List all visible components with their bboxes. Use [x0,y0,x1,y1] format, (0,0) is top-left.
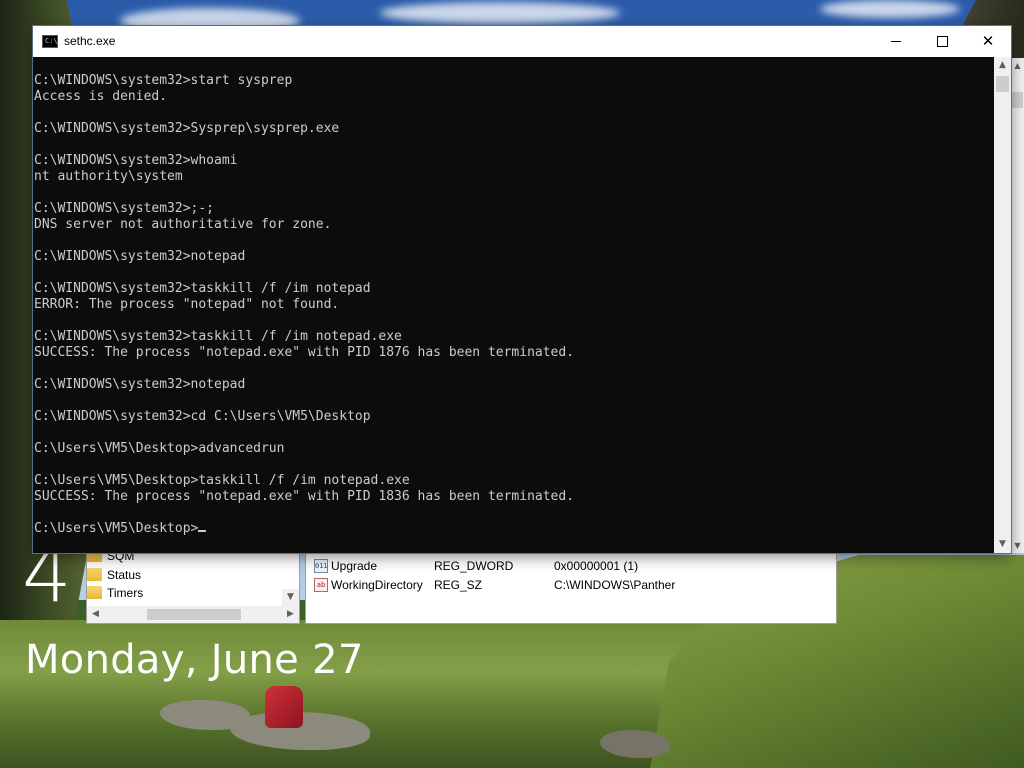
scroll-right-arrow-icon[interactable]: ▶ [282,606,299,623]
close-button[interactable]: ✕ [965,26,1011,57]
value-name: Upgrade [331,559,378,573]
reg-dword-icon: 011 [314,559,328,573]
scroll-up-arrow-icon[interactable]: ▲ [1011,58,1024,73]
tree-item-status[interactable]: Status [87,566,277,584]
console-line: ERROR: The process "notepad" not found. [34,297,340,312]
console-line: C:\WINDOWS\system32>;-; [34,201,215,216]
registry-value-row[interactable]: 011 Upgrade REG_DWORD 0x00000001 (1) [312,557,832,576]
console-line: C:\Users\VM5\Desktop> [34,521,207,537]
tree-item-timers[interactable]: Timers [87,584,277,602]
value-type: REG_SZ [434,578,483,592]
registry-value-row[interactable]: ab WorkingDirectory REG_SZ C:\WINDOWS\Pa… [312,576,832,595]
console-line: nt authority\system [34,169,183,184]
text-cursor [198,530,207,532]
minimize-icon [891,41,901,42]
folder-icon [87,568,102,581]
scroll-down-arrow-icon[interactable]: ▼ [994,536,1011,553]
tree-item-label: Status [107,568,142,582]
wallpaper-cloud [820,0,960,18]
console-window[interactable]: C:\ sethc.exe ✕ C:\WINDOWS\system32>star… [33,26,1011,553]
backpack [265,686,303,728]
console-line: SUCCESS: The process "notepad.exe" with … [34,489,575,504]
maximize-button[interactable] [919,26,965,57]
value-data: C:\WINDOWS\Panther [554,578,676,592]
tree-horizontal-scrollbar[interactable]: ◀ ▶ [87,606,299,623]
scroll-down-arrow-icon[interactable]: ▼ [282,589,299,606]
minimize-button[interactable] [873,26,919,57]
console-line: C:\WINDOWS\system32>start sysprep [34,73,293,88]
console-line: C:\WINDOWS\system32>notepad [34,249,246,264]
tree-item-label: Timers [107,586,144,600]
console-titlebar[interactable]: C:\ sethc.exe ✕ [33,26,1011,57]
background-window-scrollbar[interactable]: ▲ ▼ [1011,58,1024,553]
console-line: Access is denied. [34,89,168,104]
reg-sz-icon: ab [314,578,328,592]
console-line: C:\WINDOWS\system32>Sysprep\sysprep.exe [34,121,340,136]
window-title: sethc.exe [64,34,116,48]
console-line: C:\WINDOWS\system32>taskkill /f /im note… [34,329,402,344]
console-line: C:\WINDOWS\system32>taskkill /f /im note… [34,281,371,296]
lockscreen-date: Monday, June 27 [25,637,364,683]
console-icon[interactable]: C:\ [42,35,58,48]
scroll-left-arrow-icon[interactable]: ◀ [87,606,104,623]
console-line: SUCCESS: The process "notepad.exe" with … [34,345,575,360]
value-type: REG_DWORD [434,559,514,573]
close-icon: ✕ [981,32,995,50]
console-line: C:\WINDOWS\system32>cd C:\Users\VM5\Desk… [34,409,371,424]
scrollbar-thumb[interactable] [147,609,241,620]
value-name: WorkingDirectory [331,578,423,592]
value-data: 0x00000001 (1) [554,559,639,573]
console-line: C:\WINDOWS\system32>notepad [34,377,246,392]
console-line: C:\Users\VM5\Desktop>advancedrun [34,441,285,456]
scroll-up-arrow-icon[interactable]: ▲ [994,57,1011,74]
scroll-down-arrow-icon[interactable]: ▼ [1011,538,1024,553]
maximize-icon [936,36,948,47]
scrollbar-thumb[interactable] [996,76,1009,92]
console-output[interactable]: C:\WINDOWS\system32>start sysprep Access … [33,57,993,553]
console-line: C:\Users\VM5\Desktop>taskkill /f /im not… [34,473,410,488]
console-line: DNS server not authoritative for zone. [34,217,332,232]
wallpaper-cloud [380,2,620,24]
console-line: C:\WINDOWS\system32>whoami [34,153,238,168]
folder-icon [87,586,102,599]
console-scrollbar[interactable]: ▲ ▼ [994,57,1011,553]
scrollbar-thumb[interactable] [1012,92,1023,108]
